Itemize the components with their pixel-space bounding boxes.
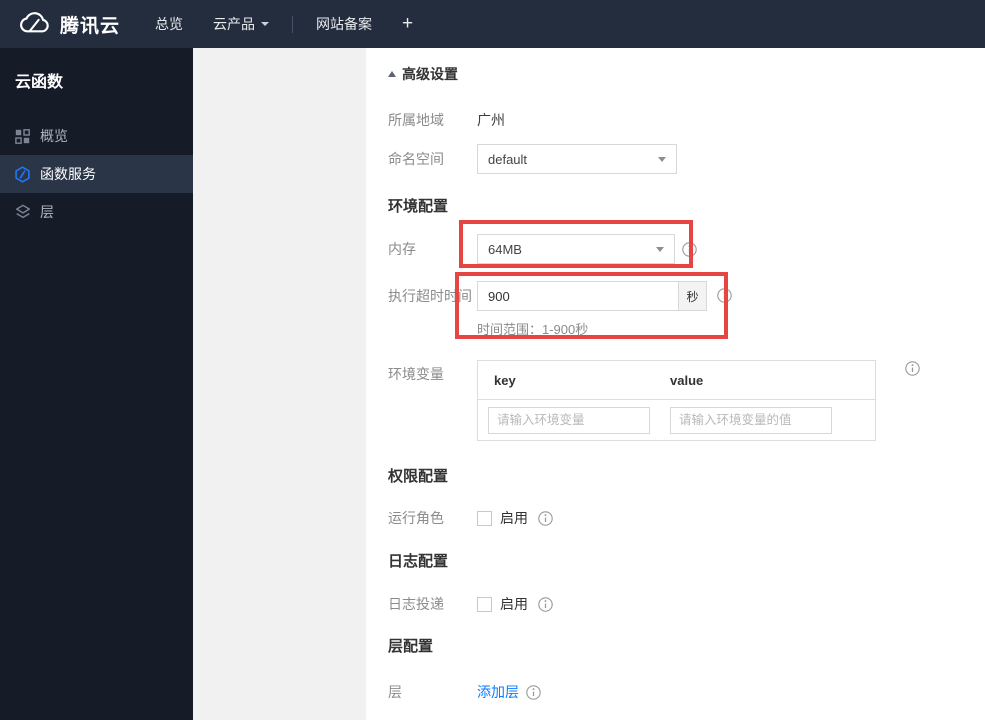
env-config-heading: 环境配置 [388,198,449,215]
namespace-select-value: default [488,151,528,167]
layer-config-heading: 层配置 [388,638,434,655]
sidebar-item-layer[interactable]: 层 [0,193,193,231]
secondary-panel [193,48,366,720]
memory-label: 内存 [388,241,416,257]
tencent-cloud-logo[interactable]: 腾讯云 [18,11,120,38]
env-vars-table: key value [477,360,876,441]
layer-row: 层 添加层 [388,683,541,701]
nav-divider [292,15,294,33]
run-role-row: 运行角色 启用 [388,509,553,527]
env-vars-input-row [478,400,875,440]
sidebar-item-layer-label: 层 [40,204,54,220]
region-value: 广州 [477,112,505,128]
log-delivery-enable-label: 启用 [500,596,528,612]
log-delivery-row: 日志投递 启用 [388,595,553,613]
timeout-info-icon[interactable] [717,288,732,303]
nav-overview-label: 总览 [155,16,184,32]
log-delivery-checkbox[interactable] [477,596,492,612]
memory-select-value: 64MB [488,241,522,257]
function-hexagon-icon [14,165,31,183]
plus-icon: + [402,13,414,34]
env-vars-label: 环境变量 [388,366,444,382]
triangle-up-icon [388,71,396,77]
region-label: 所属地域 [388,112,444,128]
run-role-label: 运行角色 [388,510,444,526]
advanced-settings-label: 高级设置 [402,66,458,82]
log-delivery-label: 日志投递 [388,596,444,612]
chevron-down-icon [656,246,664,252]
timeout-input-group: 秒 [477,281,707,311]
grid-icon [14,128,31,145]
top-navbar: 腾讯云 总览 云产品 网站备案 + [0,0,985,48]
main-content: 高级设置 所属地域 广州 命名空间 default 环境配置 内存 64MB 执… [366,48,985,720]
nav-overview[interactable]: 总览 [140,0,198,48]
run-role-enable-label: 启用 [500,510,528,526]
nav-cloud-products-label: 云产品 [213,16,256,32]
add-layer-link[interactable]: 添加层 [477,682,519,702]
sidebar: 云函数 概览 函数服务 层 [0,48,193,720]
nav-icp-filing[interactable]: 网站备案 [301,0,387,48]
memory-info-icon[interactable] [682,242,697,257]
cloud-logo-icon [20,12,49,33]
timeout-range-hint: 时间范围：1-900秒 [477,322,589,337]
namespace-label: 命名空间 [388,151,444,167]
log-delivery-info-icon[interactable] [538,596,553,612]
timeout-input[interactable] [478,282,678,310]
env-var-value-input[interactable] [670,406,832,434]
top-nav: 总览 云产品 网站备案 + [140,0,428,48]
sidebar-item-function-service-label: 函数服务 [40,166,96,182]
nav-cloud-products[interactable]: 云产品 [198,0,284,48]
env-var-key-input[interactable] [488,406,650,434]
env-vars-value-header: value [670,372,704,388]
brand-name: 腾讯云 [60,15,121,37]
sidebar-item-overview[interactable]: 概览 [0,117,193,155]
sidebar-item-overview-label: 概览 [40,128,68,144]
log-config-heading: 日志配置 [388,553,449,570]
timeout-label: 执行超时时间 [388,288,472,304]
layers-icon [14,204,31,221]
run-role-info-icon[interactable] [538,510,553,526]
advanced-settings-toggle[interactable]: 高级设置 [388,64,458,84]
memory-select[interactable]: 64MB [477,234,675,264]
env-vars-key-header: key [494,372,516,388]
namespace-select[interactable]: default [477,144,677,174]
run-role-checkbox[interactable] [477,510,492,526]
timeout-unit: 秒 [678,282,706,310]
permission-config-heading: 权限配置 [388,468,449,485]
chevron-down-icon [261,22,270,26]
add-nav-tab-button[interactable]: + [387,0,428,48]
layer-info-icon[interactable] [526,684,541,700]
layer-label: 层 [388,684,402,700]
chevron-down-icon [658,156,666,162]
sidebar-item-function-service[interactable]: 函数服务 [0,155,193,193]
env-vars-table-header: key value [478,361,875,400]
sidebar-menu: 概览 函数服务 层 [0,117,193,231]
env-vars-info-icon[interactable] [905,361,920,376]
nav-icp-filing-label: 网站备案 [316,16,373,32]
sidebar-title: 云函数 [15,74,64,91]
